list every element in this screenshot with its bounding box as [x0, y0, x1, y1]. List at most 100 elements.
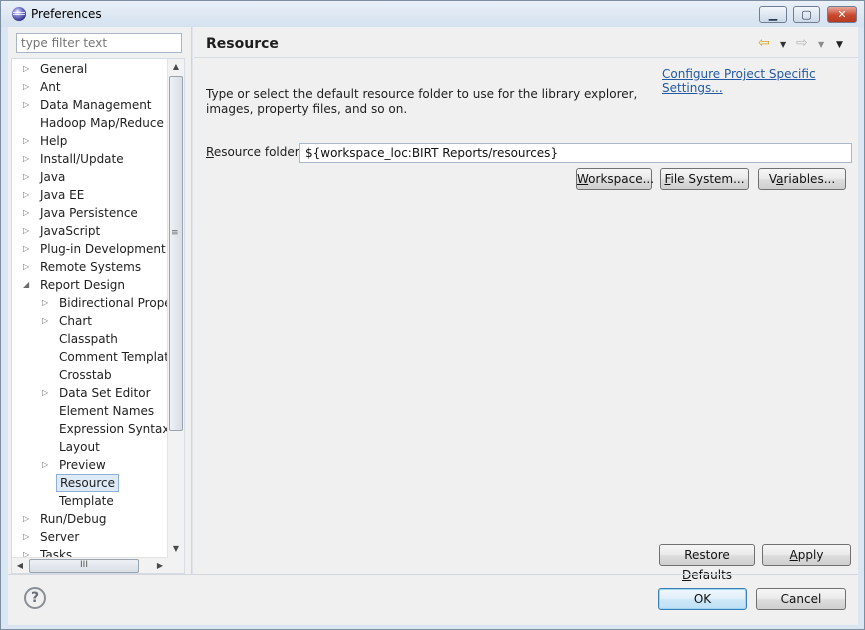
collapsed-arrow-icon[interactable]: ▷ — [42, 312, 52, 330]
tree-item[interactable]: ▷ Bidirectional Propert — [12, 294, 168, 312]
dialog-client-area: ▷ General ▷ Ant ▷ Data Management Hadoop Map/R… — [8, 27, 858, 625]
collapsed-arrow-icon[interactable]: ▷ — [23, 528, 33, 546]
preferences-window: Preferences ▁ ▢ ✕ ▷ General ▷ Ant ▷ Data Mana… — [0, 0, 865, 630]
tree-vertical-scrollbar[interactable]: ▲ ≡ ▼ — [167, 59, 184, 557]
tree-item-label: Classpath — [59, 332, 118, 346]
maximize-button[interactable]: ▢ — [793, 6, 820, 23]
forward-dropdown-icon[interactable]: ▼ — [818, 36, 824, 54]
tree-item-label: Help — [40, 134, 68, 148]
tree-item[interactable]: Expression Syntax — [12, 420, 168, 438]
tree-item-label: Element Names — [59, 404, 155, 418]
tree-item-label: Ant — [40, 80, 61, 94]
tree-item[interactable]: ▷ Data Set Editor — [12, 384, 168, 402]
collapsed-arrow-icon[interactable]: ▷ — [23, 240, 33, 258]
ok-button[interactable]: OK — [658, 588, 747, 610]
expanded-arrow-icon[interactable]: ◢ — [23, 276, 33, 294]
tree-item-label: Report Design — [40, 278, 126, 292]
tree-item-label: Crosstab — [59, 368, 112, 382]
tree-item-label: Data Set Editor — [59, 386, 151, 400]
view-menu-icon[interactable]: ▼ — [836, 36, 843, 54]
collapsed-arrow-icon[interactable]: ▷ — [42, 294, 52, 312]
tree-item-label: Resource — [56, 474, 120, 492]
collapsed-arrow-icon[interactable]: ▷ — [23, 96, 33, 114]
tree-item[interactable]: Layout — [12, 438, 168, 456]
forward-arrow-icon[interactable]: ⇨ — [796, 34, 808, 52]
page-title: Resource — [206, 36, 279, 52]
tree-item[interactable]: ▷ Java EE — [12, 186, 168, 204]
collapsed-arrow-icon[interactable]: ▷ — [23, 78, 33, 96]
scroll-grip-icon: ≡ — [171, 228, 179, 238]
tree-item[interactable]: ▷ Java — [12, 168, 168, 186]
tree-item-label: Template — [59, 494, 114, 508]
tree-item[interactable]: ▷ Chart — [12, 312, 168, 330]
collapsed-arrow-icon[interactable]: ▷ — [23, 60, 33, 78]
collapsed-arrow-icon[interactable]: ▷ — [23, 150, 33, 168]
tree-item-label: Java EE — [40, 188, 85, 202]
tree-item[interactable]: Crosstab — [12, 366, 168, 384]
scroll-left-arrow-icon[interactable]: ◀ — [12, 558, 28, 573]
tree-item[interactable]: ▷ Tasks — [12, 546, 168, 557]
tree-item-label: Bidirectional Propert — [59, 296, 168, 310]
tree-item[interactable]: Template — [12, 492, 168, 510]
collapsed-arrow-icon[interactable]: ▷ — [23, 510, 33, 528]
variables-button[interactable]: Variables... — [758, 168, 846, 190]
tree-item-label: Run/Debug — [40, 512, 107, 526]
file-system-button[interactable]: File System... — [660, 168, 749, 190]
scroll-down-arrow-icon[interactable]: ▼ — [168, 541, 184, 557]
tree-item-label: Layout — [59, 440, 100, 454]
tree-item[interactable]: ▷ Java Persistence — [12, 204, 168, 222]
collapsed-arrow-icon[interactable]: ▷ — [23, 186, 33, 204]
horizontal-scroll-thumb[interactable]: III — [29, 559, 139, 573]
collapsed-arrow-icon[interactable]: ▷ — [23, 132, 33, 150]
tree-item[interactable]: ▷ Remote Systems — [12, 258, 168, 276]
title-bar[interactable]: Preferences ▁ ▢ ✕ — [1, 1, 864, 27]
tree-item[interactable]: Classpath — [12, 330, 168, 348]
vertical-scroll-thumb[interactable] — [169, 76, 183, 431]
collapsed-arrow-icon[interactable]: ▷ — [42, 384, 52, 402]
tree-item-label: Preview — [59, 458, 106, 472]
cancel-button[interactable]: Cancel — [756, 588, 846, 610]
tree-item[interactable]: ▷ Plug-in Development — [12, 240, 168, 258]
collapsed-arrow-icon[interactable]: ▷ — [23, 258, 33, 276]
back-dropdown-icon[interactable]: ▼ — [780, 36, 786, 54]
tree-item[interactable]: ▷ Install/Update — [12, 150, 168, 168]
collapsed-arrow-icon[interactable]: ▷ — [23, 204, 33, 222]
scroll-right-arrow-icon[interactable]: ▶ — [152, 558, 168, 573]
configure-project-settings-link[interactable]: Configure Project Specific Settings... — [662, 67, 858, 95]
tree-item-label: Expression Syntax — [59, 422, 168, 436]
scroll-corner — [168, 557, 184, 573]
eclipse-icon — [12, 7, 26, 21]
tree-item[interactable]: ▷ Server — [12, 528, 168, 546]
tree-item[interactable]: ▷ Help — [12, 132, 168, 150]
minimize-button[interactable]: ▁ — [759, 6, 787, 23]
help-icon[interactable]: ? — [24, 587, 46, 609]
tree-item[interactable]: ◢ Report Design — [12, 276, 168, 294]
tree-item[interactable]: Element Names — [12, 402, 168, 420]
scroll-up-arrow-icon[interactable]: ▲ — [168, 59, 184, 75]
close-button[interactable]: ✕ — [827, 6, 857, 23]
tree-item[interactable]: Hadoop Map/Reduce — [12, 114, 168, 132]
collapsed-arrow-icon[interactable]: ▷ — [23, 222, 33, 240]
workspace-button[interactable]: Workspace... — [576, 168, 654, 190]
tree-item[interactable]: ▷ General — [12, 60, 168, 78]
pane-sash[interactable] — [191, 27, 193, 575]
tree-item[interactable]: Comment Template — [12, 348, 168, 366]
filter-input[interactable] — [16, 33, 182, 53]
tree-item[interactable]: ▷ Data Management — [12, 96, 168, 114]
resource-folder-input[interactable] — [299, 143, 852, 163]
collapsed-arrow-icon[interactable]: ▷ — [23, 168, 33, 186]
tree-item[interactable]: ▷ Preview — [12, 456, 168, 474]
restore-defaults-button[interactable]: Restore Defaults — [659, 544, 755, 582]
tree-item[interactable]: Resource — [12, 474, 168, 492]
tree-horizontal-scrollbar[interactable]: ◀ III ▶ — [12, 557, 168, 573]
tree-item-label: Remote Systems — [40, 260, 142, 274]
tree-item[interactable]: ▷ Run/Debug — [12, 510, 168, 528]
collapsed-arrow-icon[interactable]: ▷ — [23, 546, 33, 557]
tree-item[interactable]: ▷ JavaScript — [12, 222, 168, 240]
tree-item[interactable]: ▷ Ant — [12, 78, 168, 96]
back-arrow-icon[interactable]: ⇦ — [758, 34, 770, 52]
page-description: Type or select the default resource fold… — [206, 87, 638, 116]
tree-item-label: Server — [40, 530, 80, 544]
collapsed-arrow-icon[interactable]: ▷ — [42, 456, 52, 474]
apply-button[interactable]: Apply — [762, 544, 851, 566]
